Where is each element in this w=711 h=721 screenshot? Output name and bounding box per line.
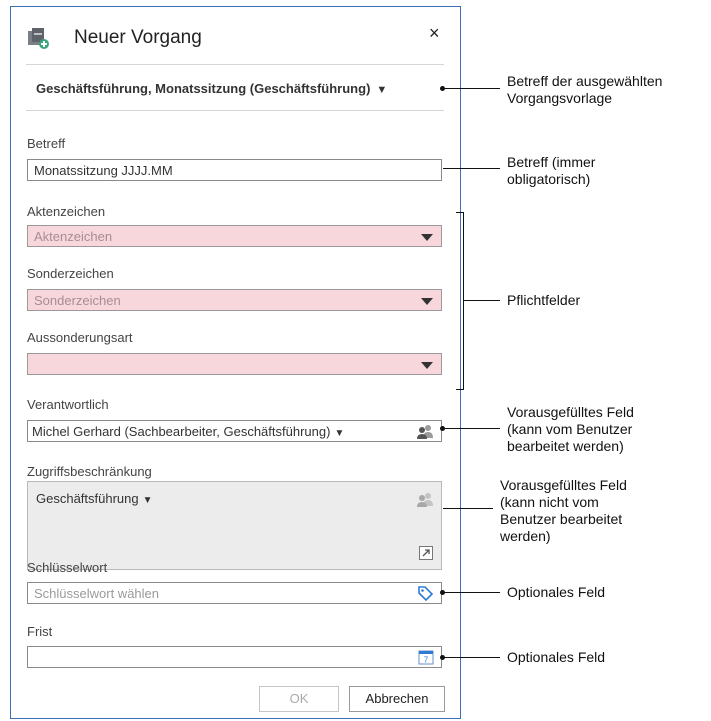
aktenzeichen-label: Aktenzeichen <box>27 204 106 219</box>
divider <box>26 64 444 65</box>
annotation-template: Betreff der ausgewählten Vorgangsvorlage <box>507 73 663 106</box>
aktenzeichen-dropdown[interactable]: Aktenzeichen <box>27 225 442 247</box>
person-group-icon[interactable] <box>416 424 434 439</box>
chevron-down-icon <box>421 298 433 305</box>
connector-line <box>443 508 493 509</box>
sonderzeichen-placeholder: Sonderzeichen <box>34 293 121 308</box>
annotation-pflicht: Pflichtfelder <box>507 292 581 308</box>
frist-input[interactable]: 7 <box>27 646 442 668</box>
chevron-down-icon <box>421 362 433 369</box>
annotation-betreff: Betreff (immer obligatorisch) <box>507 154 596 187</box>
chevron-down-icon[interactable]: ▼ <box>334 428 344 439</box>
ok-button[interactable]: OK <box>259 686 339 712</box>
annotation-prefilled-locked: Vorausgefülltes Feld (kann nicht vom Benut… <box>500 477 627 544</box>
verantwortlich-value: Michel Gerhard (Sachbearbeiter, Geschäft… <box>32 424 331 439</box>
connector-line <box>443 168 500 169</box>
chevron-down-icon <box>421 234 433 241</box>
new-process-icon <box>28 28 49 49</box>
annotation-optional-2: Optionales Feld <box>507 649 606 665</box>
sonderzeichen-dropdown[interactable]: Sonderzeichen <box>27 289 442 311</box>
tag-icon[interactable] <box>417 585 434 602</box>
template-selector[interactable]: Geschäftsführung, Monatssitzung (Geschäf… <box>36 81 387 96</box>
divider <box>26 110 444 111</box>
zugriff-field: Geschäftsführung ▼ <box>27 481 442 570</box>
schluesselwort-placeholder: Schlüsselwort wählen <box>34 586 160 601</box>
bracket-bottom <box>456 389 464 390</box>
connector-line <box>463 300 500 301</box>
chevron-down-icon: ▼ <box>376 84 388 96</box>
zugriff-value: Geschäftsführung <box>36 491 139 506</box>
annotation-optional-1: Optionales Feld <box>507 584 606 600</box>
verantwortlich-label: Verantwortlich <box>27 397 109 412</box>
person-group-icon <box>417 493 433 507</box>
dialog-title: Neuer Vorgang <box>74 27 202 48</box>
connector-line <box>442 88 500 89</box>
betreff-label: Betreff <box>27 136 66 151</box>
verantwortlich-selector[interactable]: Michel Gerhard (Sachbearbeiter, Geschäft… <box>27 420 442 442</box>
schluesselwort-input[interactable]: Schlüsselwort wählen <box>27 582 442 604</box>
aktenzeichen-placeholder: Aktenzeichen <box>34 229 113 244</box>
template-label: Geschäftsführung, Monatssitzung (Geschäf… <box>36 81 371 96</box>
annotation-prefilled-editable: Vorausgefülltes Feld (kann vom Benutzer be… <box>507 404 634 454</box>
aussonderungsart-dropdown[interactable] <box>27 353 442 375</box>
schluesselwort-label: Schlüsselwort <box>27 560 108 575</box>
svg-text:7: 7 <box>424 656 429 665</box>
connector-line <box>442 657 500 658</box>
frist-label: Frist <box>27 624 53 639</box>
new-process-dialog: Neuer Vorgang × Geschäftsführung, Monats… <box>10 6 461 719</box>
connector-line <box>442 592 500 593</box>
sonderzeichen-label: Sonderzeichen <box>27 266 114 281</box>
betreff-input[interactable]: Monatssitzung JJJJ.MM <box>27 159 442 181</box>
bracket-line <box>463 212 464 390</box>
expand-icon <box>419 546 433 560</box>
aussonderungsart-label: Aussonderungsart <box>27 330 133 345</box>
close-button[interactable]: × <box>429 23 440 44</box>
calendar-icon[interactable]: 7 <box>418 649 434 665</box>
cancel-button[interactable]: Abbrechen <box>349 686 445 712</box>
chevron-down-icon: ▼ <box>142 495 153 506</box>
zugriff-label: Zugriffsbeschränkung <box>27 464 152 479</box>
connector-line <box>442 428 500 429</box>
betreff-value: Monatssitzung JJJJ.MM <box>34 163 173 178</box>
